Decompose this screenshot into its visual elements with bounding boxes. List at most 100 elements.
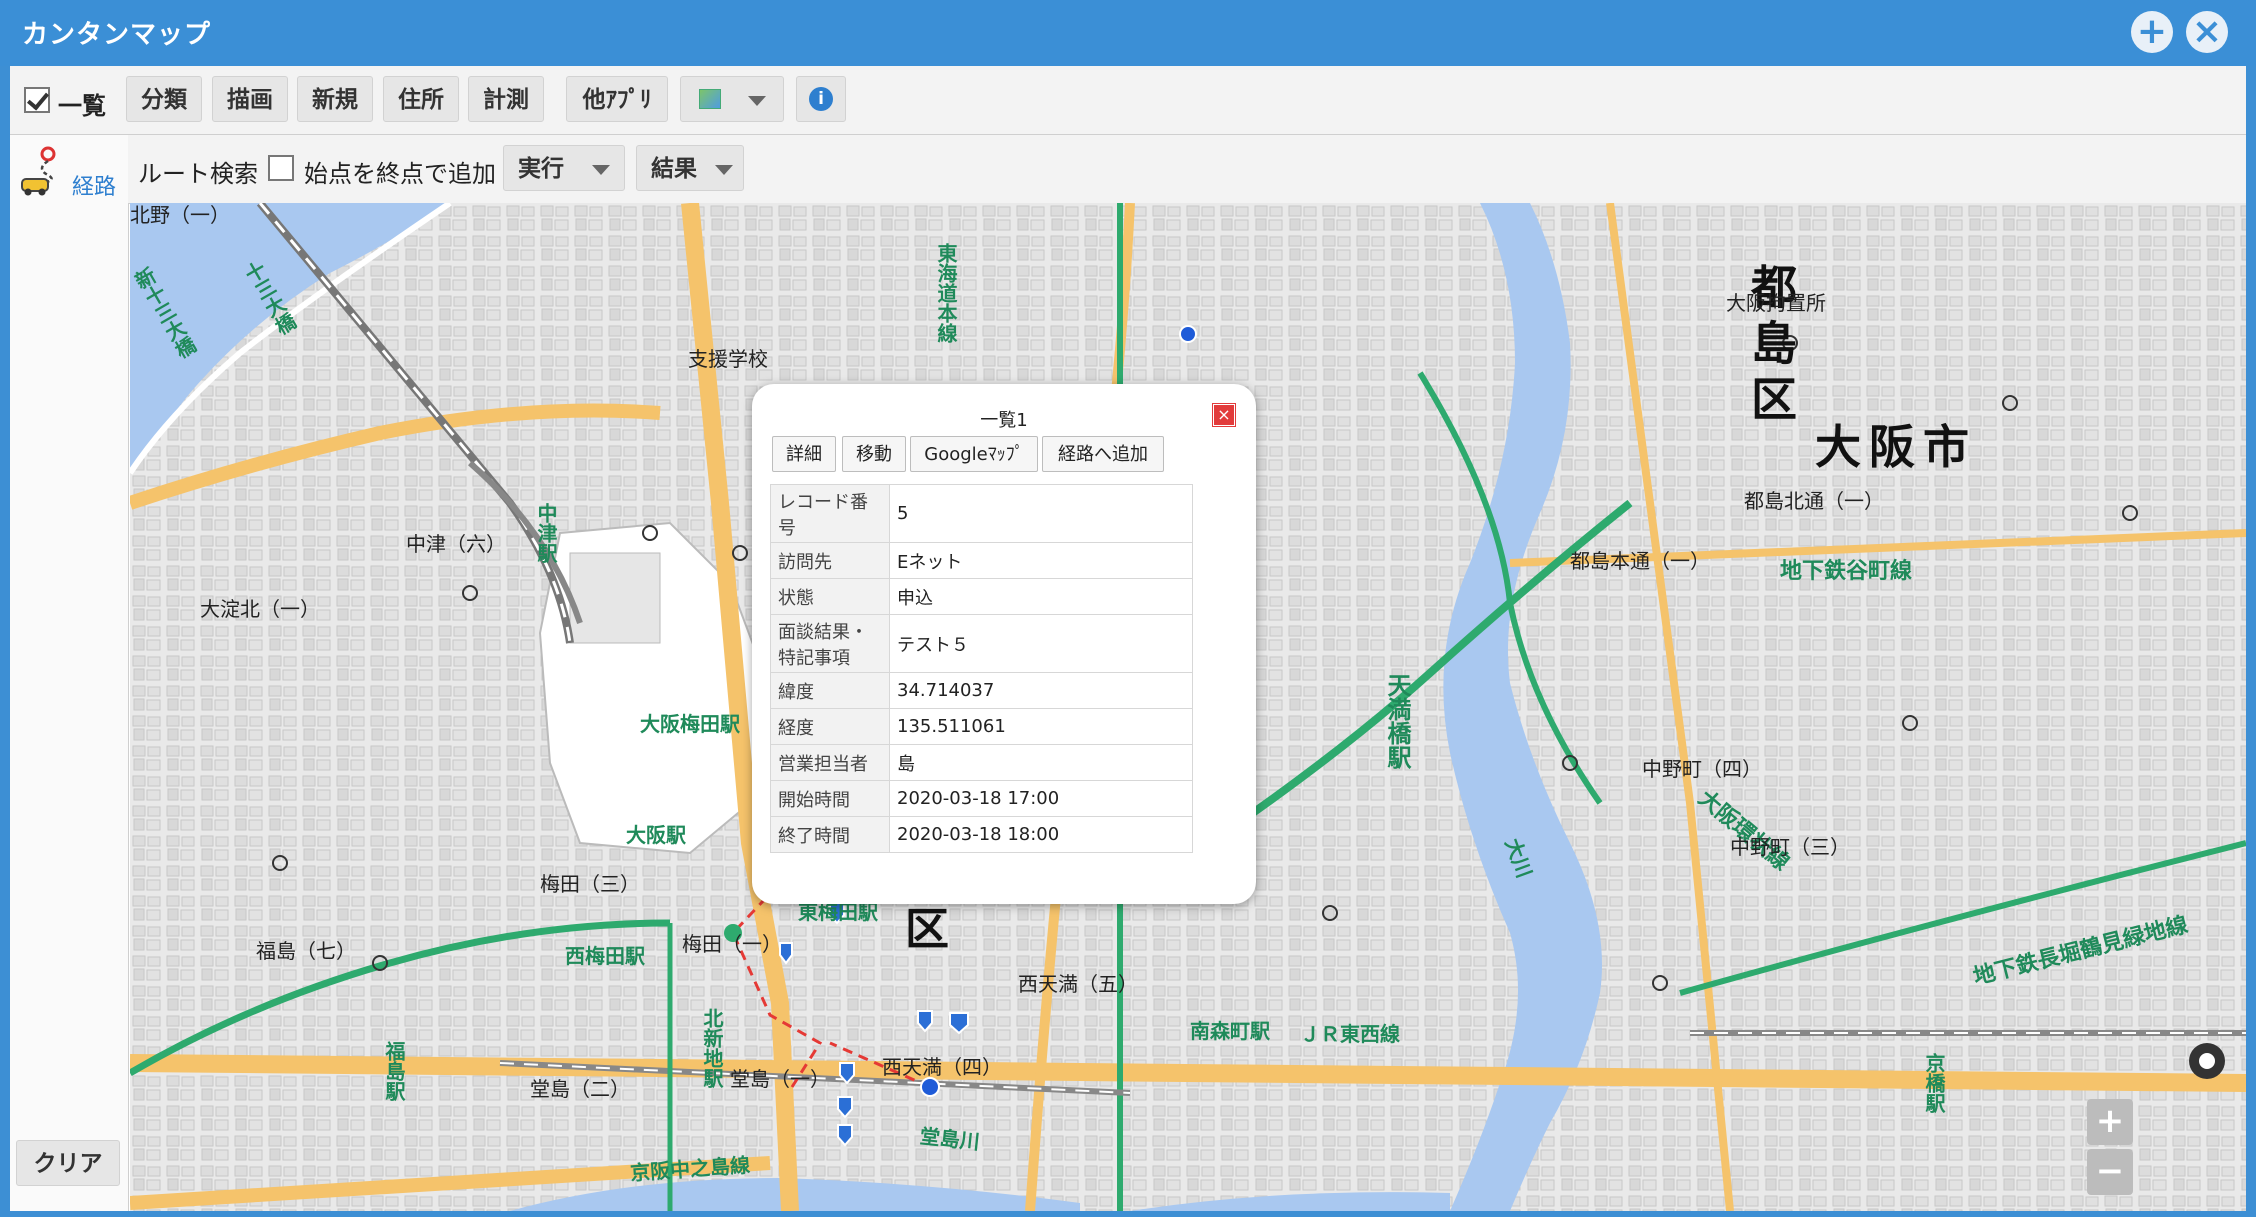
row-value: Eネット xyxy=(889,542,1193,579)
row-value: 申込 xyxy=(889,578,1193,615)
info-button[interactable]: i xyxy=(796,76,846,122)
draw-button[interactable]: 描画 xyxy=(212,76,288,122)
row-value: 135.511061 xyxy=(889,708,1193,745)
map-label-osaka-shi: 大阪市 xyxy=(1815,420,1977,474)
map-label-dojima-1: 堂島（一） xyxy=(730,1067,830,1091)
table-row: 終了時間 2020-03-18 18:00 xyxy=(770,816,1193,853)
table-row: 面談結果・特記事項 テスト５ xyxy=(770,614,1193,673)
chevron-down-icon xyxy=(715,165,733,175)
record-popup: 一覧1 × 詳細 移動 Googleﾏｯﾌﾟ 経路へ追加 レコード番号 5 訪問先… xyxy=(752,384,1256,904)
row-key: 面談結果・特記事項 xyxy=(770,614,890,673)
map-label-kitashinchi: 北新地駅 xyxy=(700,1008,724,1088)
row-value: 5 xyxy=(889,484,1193,543)
row-key: 状態 xyxy=(770,578,890,615)
zoom-out-button[interactable]: − xyxy=(2087,1149,2133,1195)
start-as-end-checkbox[interactable] xyxy=(268,155,294,181)
table-row: 開始時間 2020-03-18 17:00 xyxy=(770,780,1193,817)
address-button[interactable]: 住所 xyxy=(383,76,459,122)
chevron-down-icon xyxy=(592,165,610,175)
map-label-tanimachi: 地下鉄谷町線 xyxy=(1780,559,1913,584)
map-label-nakatsu-6: 中津（六） xyxy=(406,532,506,556)
map-label-nakatsu: 中津駅 xyxy=(534,503,558,563)
map-label-nishi-umeda: 西梅田駅 xyxy=(565,944,645,968)
main-toolbar: 一覧 分類 描画 新規 住所 計測 他ｱﾌﾟﾘ i xyxy=(10,66,2246,135)
table-row: 営業担当者島 xyxy=(770,744,1193,781)
row-key: 経度 xyxy=(770,708,890,745)
detail-button[interactable]: 詳細 xyxy=(772,436,836,472)
locate-button[interactable] xyxy=(2089,1042,2127,1080)
route-search-label: ルート検索 xyxy=(138,160,258,188)
popup-close-icon[interactable]: × xyxy=(1212,403,1236,427)
add-to-route-button[interactable]: 経路へ追加 xyxy=(1042,436,1164,472)
row-key: 訪問先 xyxy=(770,542,890,579)
map-label-osaka-kochisho: 大阪拘置所 xyxy=(1726,291,1826,315)
route-toolbar: ルート検索 始点を終点で追加 実行 結果 xyxy=(128,135,2246,204)
row-value: 34.714037 xyxy=(889,672,1193,709)
table-row: 緯度 34.714037 xyxy=(770,672,1193,709)
map-label-jr-tozai: ＪＲ東西線 xyxy=(1300,1022,1400,1046)
map-label-temmabashi: 天満橋駅 xyxy=(1383,673,1411,769)
row-key: 営業担当者 xyxy=(770,744,890,781)
map-label-oyodokita-1: 大淀北（一） xyxy=(200,597,320,621)
map-label-miyakojima-kitadori: 都島北通（一） xyxy=(1744,489,1884,513)
map-layer-icon xyxy=(699,89,721,109)
list-checkbox[interactable] xyxy=(24,87,50,113)
google-map-button[interactable]: Googleﾏｯﾌﾟ xyxy=(910,436,1038,472)
map-label-kyobashi: 京橋駅 xyxy=(1922,1053,1946,1113)
route-tab-label: 経路 xyxy=(72,175,117,200)
row-key: 緯度 xyxy=(770,672,890,709)
plus-circle-icon[interactable]: + xyxy=(2131,11,2173,53)
map-label-minami-morimachi: 南森町駅 xyxy=(1190,1019,1270,1043)
map-label-fukushima: 福島駅 xyxy=(382,1041,406,1101)
row-value: テスト５ xyxy=(889,614,1193,673)
category-button[interactable]: 分類 xyxy=(126,76,202,122)
side-panel: 経路 クリア xyxy=(10,135,129,1211)
map-label-umeda-1: 梅田（一） xyxy=(682,932,782,956)
list-checkbox-label: 一覧 xyxy=(58,92,106,120)
row-value: 島 xyxy=(889,744,1193,781)
map-label-kitano: 北野（一） xyxy=(130,203,230,227)
map-label-osaka-umeda: 大阪梅田駅 xyxy=(640,712,740,736)
record-table: レコード番号 5 訪問先 Eネット 状態 申込 面談結果・特記事項 テスト５ 緯度 34.… xyxy=(770,484,1193,853)
map-label-nakanocho-4: 中野町（四） xyxy=(1642,757,1762,781)
table-row: レコード番号 5 xyxy=(770,484,1193,543)
title-bar: カンタンマップ + × xyxy=(0,0,2256,66)
map-label-fukushima-7: 福島（七） xyxy=(256,939,356,963)
map-label-shien-gakko: 支援学校 xyxy=(688,347,768,371)
map-label-nishitenma-5: 西天満（五） xyxy=(1018,972,1138,996)
route-tab[interactable]: 経路 xyxy=(14,141,124,201)
map-label-tokaido: 東海道本線 xyxy=(934,243,958,343)
table-row: 経度 135.511061 xyxy=(770,708,1193,745)
locate-icon xyxy=(2189,1043,2225,1079)
zoom-in-button[interactable]: + xyxy=(2087,1099,2133,1145)
table-row: 訪問先 Eネット xyxy=(770,542,1193,579)
start-as-end-label: 始点を終点で追加 xyxy=(304,160,496,188)
map-label-miyakojima-hondori: 都島本通（一） xyxy=(1570,549,1710,573)
layer-select-button[interactable] xyxy=(680,76,784,122)
other-apps-button[interactable]: 他ｱﾌﾟﾘ xyxy=(566,76,668,122)
table-row: 状態 申込 xyxy=(770,578,1193,615)
map-label-nakanocho-3: 中野町（三） xyxy=(1730,835,1850,859)
move-button[interactable]: 移動 xyxy=(842,436,906,472)
measure-button[interactable]: 計測 xyxy=(468,76,544,122)
row-key: 開始時間 xyxy=(770,780,890,817)
result-label: 結果 xyxy=(651,156,697,182)
map-label-umeda-3: 梅田（三） xyxy=(540,872,640,896)
app-title: カンタンマップ xyxy=(22,20,212,50)
result-button[interactable]: 結果 xyxy=(636,145,744,191)
row-key: 終了時間 xyxy=(770,816,890,853)
new-button[interactable]: 新規 xyxy=(297,76,373,122)
row-value: 2020-03-18 18:00 xyxy=(889,816,1193,853)
execute-button[interactable]: 実行 xyxy=(503,145,625,191)
map-label-dojima-river: 堂島川 xyxy=(918,1123,981,1155)
close-circle-icon[interactable]: × xyxy=(2186,11,2228,53)
route-car-icon xyxy=(21,146,56,196)
execute-label: 実行 xyxy=(518,156,564,182)
clear-button[interactable]: クリア xyxy=(16,1140,120,1186)
chevron-down-icon xyxy=(748,96,766,106)
info-icon: i xyxy=(809,87,833,111)
popup-title: 一覧1 xyxy=(980,410,1028,431)
row-value: 2020-03-18 17:00 xyxy=(889,780,1193,817)
map-label-dojima-2: 堂島（二） xyxy=(530,1077,630,1101)
map-label-osaka-station: 大阪駅 xyxy=(626,823,686,847)
